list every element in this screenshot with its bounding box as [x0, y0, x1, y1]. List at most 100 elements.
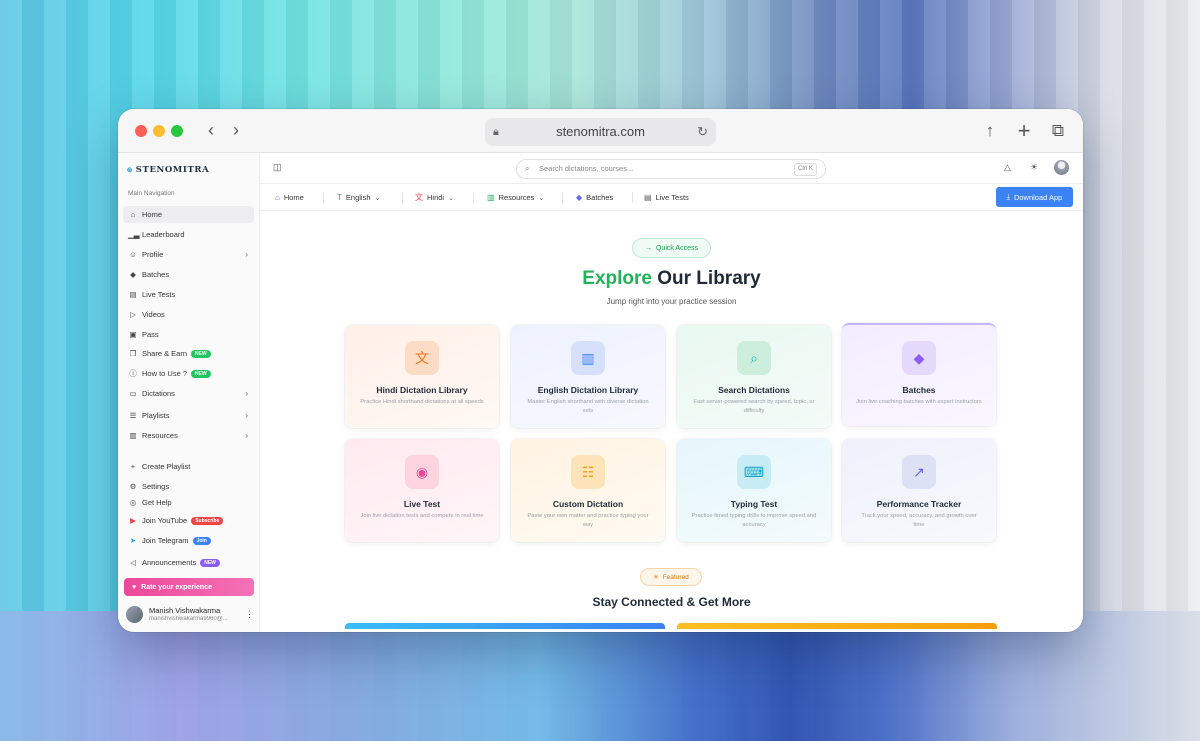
- trend-chart-icon: ↗: [902, 455, 936, 489]
- user-profile[interactable]: Manish Vishwakarma manishvishwakarma9960…: [126, 605, 254, 625]
- heart-icon: ♥: [132, 583, 137, 591]
- brand-logo[interactable]: ๏ STENOMITRA: [127, 162, 209, 176]
- sidebar-item-home[interactable]: ⌂ Home: [123, 206, 254, 223]
- close-window-button[interactable]: [135, 125, 147, 137]
- address-bar[interactable]: 🔒︎ stenomitra.com ↻: [485, 118, 716, 146]
- arrow-right-icon: →: [644, 244, 652, 252]
- chevron-down-icon: ⌄: [448, 194, 454, 202]
- featured-badge: ✳ Featured: [640, 568, 702, 586]
- sidebar-item-share-earn[interactable]: ❐ Share & Earn NEW: [123, 345, 254, 362]
- logo-icon: ๏: [127, 165, 133, 175]
- card-description: Fast server-powered search by speed, top…: [693, 399, 815, 414]
- search-input[interactable]: ⌕ Search dictations, courses... Ctrl K: [516, 159, 826, 179]
- user-name: Manish Vishwakarma: [149, 606, 221, 615]
- broadcast-icon: ◉: [405, 455, 439, 489]
- sidebar-item-leaderboard[interactable]: ▁▃ Leaderboard: [123, 226, 254, 243]
- menu-home[interactable]: ⌂ Home: [275, 184, 304, 211]
- translate-icon: 文: [415, 193, 423, 202]
- sidebar-item-resources[interactable]: ▥ Resources ›: [123, 427, 254, 444]
- reload-icon[interactable]: ↻: [697, 118, 708, 146]
- card-description: Track your speed, accuracy, and growth o…: [861, 513, 977, 528]
- search-placeholder: Search dictations, courses...: [539, 164, 634, 173]
- menu-resources[interactable]: ▥ Resources ⌄: [487, 184, 544, 211]
- card-typing-test[interactable]: ⌨ Typing Test Practice timed typing dril…: [677, 439, 831, 542]
- avatar: [126, 606, 143, 623]
- chevron-right-icon: ›: [245, 431, 248, 440]
- card-performance-tracker[interactable]: ↗ Performance Tracker Track your speed, …: [842, 439, 996, 542]
- sidebar-item-playlists[interactable]: ☰ Playlists ›: [123, 407, 254, 424]
- page-title: Explore Our Library: [582, 268, 761, 289]
- card-title: Live Test: [403, 499, 441, 509]
- main-area: ◫ ⌕ Search dictations, courses... Ctrl K…: [260, 153, 1083, 632]
- play-icon: ▷: [130, 310, 136, 319]
- menu-live-tests[interactable]: ▤ Live Tests: [644, 184, 689, 211]
- minimize-window-button[interactable]: [153, 125, 165, 137]
- sidebar-item-settings[interactable]: ⚙ Settings: [123, 478, 254, 495]
- gear-icon: ⚙: [129, 482, 137, 491]
- sun-icon[interactable]: ☀: [1030, 162, 1038, 173]
- more-vertical-icon[interactable]: ⋮: [245, 609, 254, 620]
- download-app-button[interactable]: ⤓ Download App: [996, 187, 1073, 207]
- sidebar-item-videos[interactable]: ▷ Videos: [123, 306, 254, 323]
- sidebar-item-pass[interactable]: ▣ Pass: [123, 326, 254, 343]
- new-badge: NEW: [191, 349, 211, 358]
- card-title: English Dictation Library: [537, 385, 639, 395]
- lock-icon: 🔒︎: [493, 126, 499, 138]
- share-icon[interactable]: ↑: [979, 120, 1001, 142]
- home-icon: ⌂: [130, 210, 136, 219]
- chevron-down-icon: ⌄: [538, 194, 545, 202]
- document-icon: ☷: [571, 455, 605, 489]
- card-hindi-dictation-library[interactable]: 文 Hindi Dictation Library Practice Hindi…: [345, 325, 499, 428]
- quick-access-badge: → Quick Access: [632, 238, 711, 258]
- back-arrow-icon[interactable]: ‹: [201, 120, 221, 140]
- sidebar-toggle-icon[interactable]: ◫: [273, 162, 285, 174]
- menu-hindi[interactable]: 文 Hindi ⌄: [415, 184, 454, 211]
- help-icon: ⓘ: [129, 369, 137, 378]
- card-search-dictations[interactable]: ⌕ Search Dictations Fast server-powered …: [677, 325, 831, 428]
- card-title: Custom Dictation: [552, 499, 624, 509]
- keyboard-shortcut: Ctrl K: [794, 163, 817, 176]
- menu-divider: [402, 192, 403, 203]
- new-tab-icon[interactable]: +: [1013, 120, 1035, 142]
- featured-card-amber[interactable]: [677, 623, 997, 629]
- sidebar-item-profile[interactable]: ☺ Profile ›: [123, 246, 254, 263]
- card-description: Join live coaching batches with expert i…: [856, 399, 982, 405]
- sidebar-item-join-telegram[interactable]: ➤ Join Telegram Join: [123, 532, 254, 549]
- menu-divider: [473, 192, 474, 203]
- sidebar-item-live-tests[interactable]: ▤ Live Tests: [123, 286, 254, 303]
- menu-batches[interactable]: ◆ Batches: [576, 184, 613, 211]
- card-custom-dictation[interactable]: ☷ Custom Dictation Paste your own matter…: [511, 439, 665, 542]
- card-live-test[interactable]: ◉ Live Test Join live dictation tests an…: [345, 439, 499, 542]
- sidebar-item-batches[interactable]: ◆ Batches: [123, 266, 254, 283]
- bell-icon[interactable]: △: [1004, 162, 1011, 173]
- sidebar-item-join-youtube[interactable]: ▶ Join YouTube Subscribe: [123, 512, 254, 529]
- subscribe-badge: Subscribe: [191, 516, 224, 525]
- graduation-cap-icon: ◆: [576, 193, 583, 202]
- tab-overview-icon[interactable]: ⧉: [1047, 120, 1069, 142]
- menu-english[interactable]: T English ⌄: [337, 184, 380, 211]
- sidebar-item-announcements[interactable]: ◁ Announcements NEW: [123, 554, 254, 571]
- sidebar-item-dictations[interactable]: ▭ Dictations ›: [123, 385, 254, 402]
- join-badge: Join: [192, 536, 211, 545]
- menu-divider: [632, 192, 633, 203]
- featured-card-blue[interactable]: [345, 623, 665, 629]
- sidebar-item-create-playlist[interactable]: + Create Playlist: [123, 458, 254, 475]
- card-english-dictation-library[interactable]: ▥ English Dictation Library Master Engli…: [511, 325, 665, 428]
- brand-name: STENOMITRA: [135, 165, 210, 175]
- card-batches[interactable]: ◆ Batches Join live coaching batches wit…: [842, 323, 996, 426]
- top-menubar: ⌂ Home T English ⌄ 文 Hindi ⌄ ▥ Resources ⌄ ◆ Bat…: [260, 184, 1083, 211]
- sidebar-item-how-to-use[interactable]: ⓘ How to Use ? NEW: [123, 365, 254, 382]
- rate-experience-button[interactable]: ♥ Rate your experience: [124, 578, 254, 596]
- menu-divider: [562, 192, 563, 203]
- sidebar-item-get-help[interactable]: ◎ Get Help: [123, 496, 254, 508]
- download-icon: ⤓: [1006, 192, 1010, 201]
- header-avatar[interactable]: [1054, 160, 1069, 175]
- search-icon: ⌕: [525, 164, 530, 173]
- card-title: Typing Test: [730, 499, 778, 509]
- user-icon: ☺: [129, 250, 137, 259]
- card-title: Batches: [902, 385, 936, 395]
- chevron-right-icon: ›: [245, 250, 248, 259]
- new-badge: NEW: [200, 558, 220, 567]
- maximize-window-button[interactable]: [171, 125, 183, 137]
- forward-arrow-icon[interactable]: ›: [226, 120, 246, 140]
